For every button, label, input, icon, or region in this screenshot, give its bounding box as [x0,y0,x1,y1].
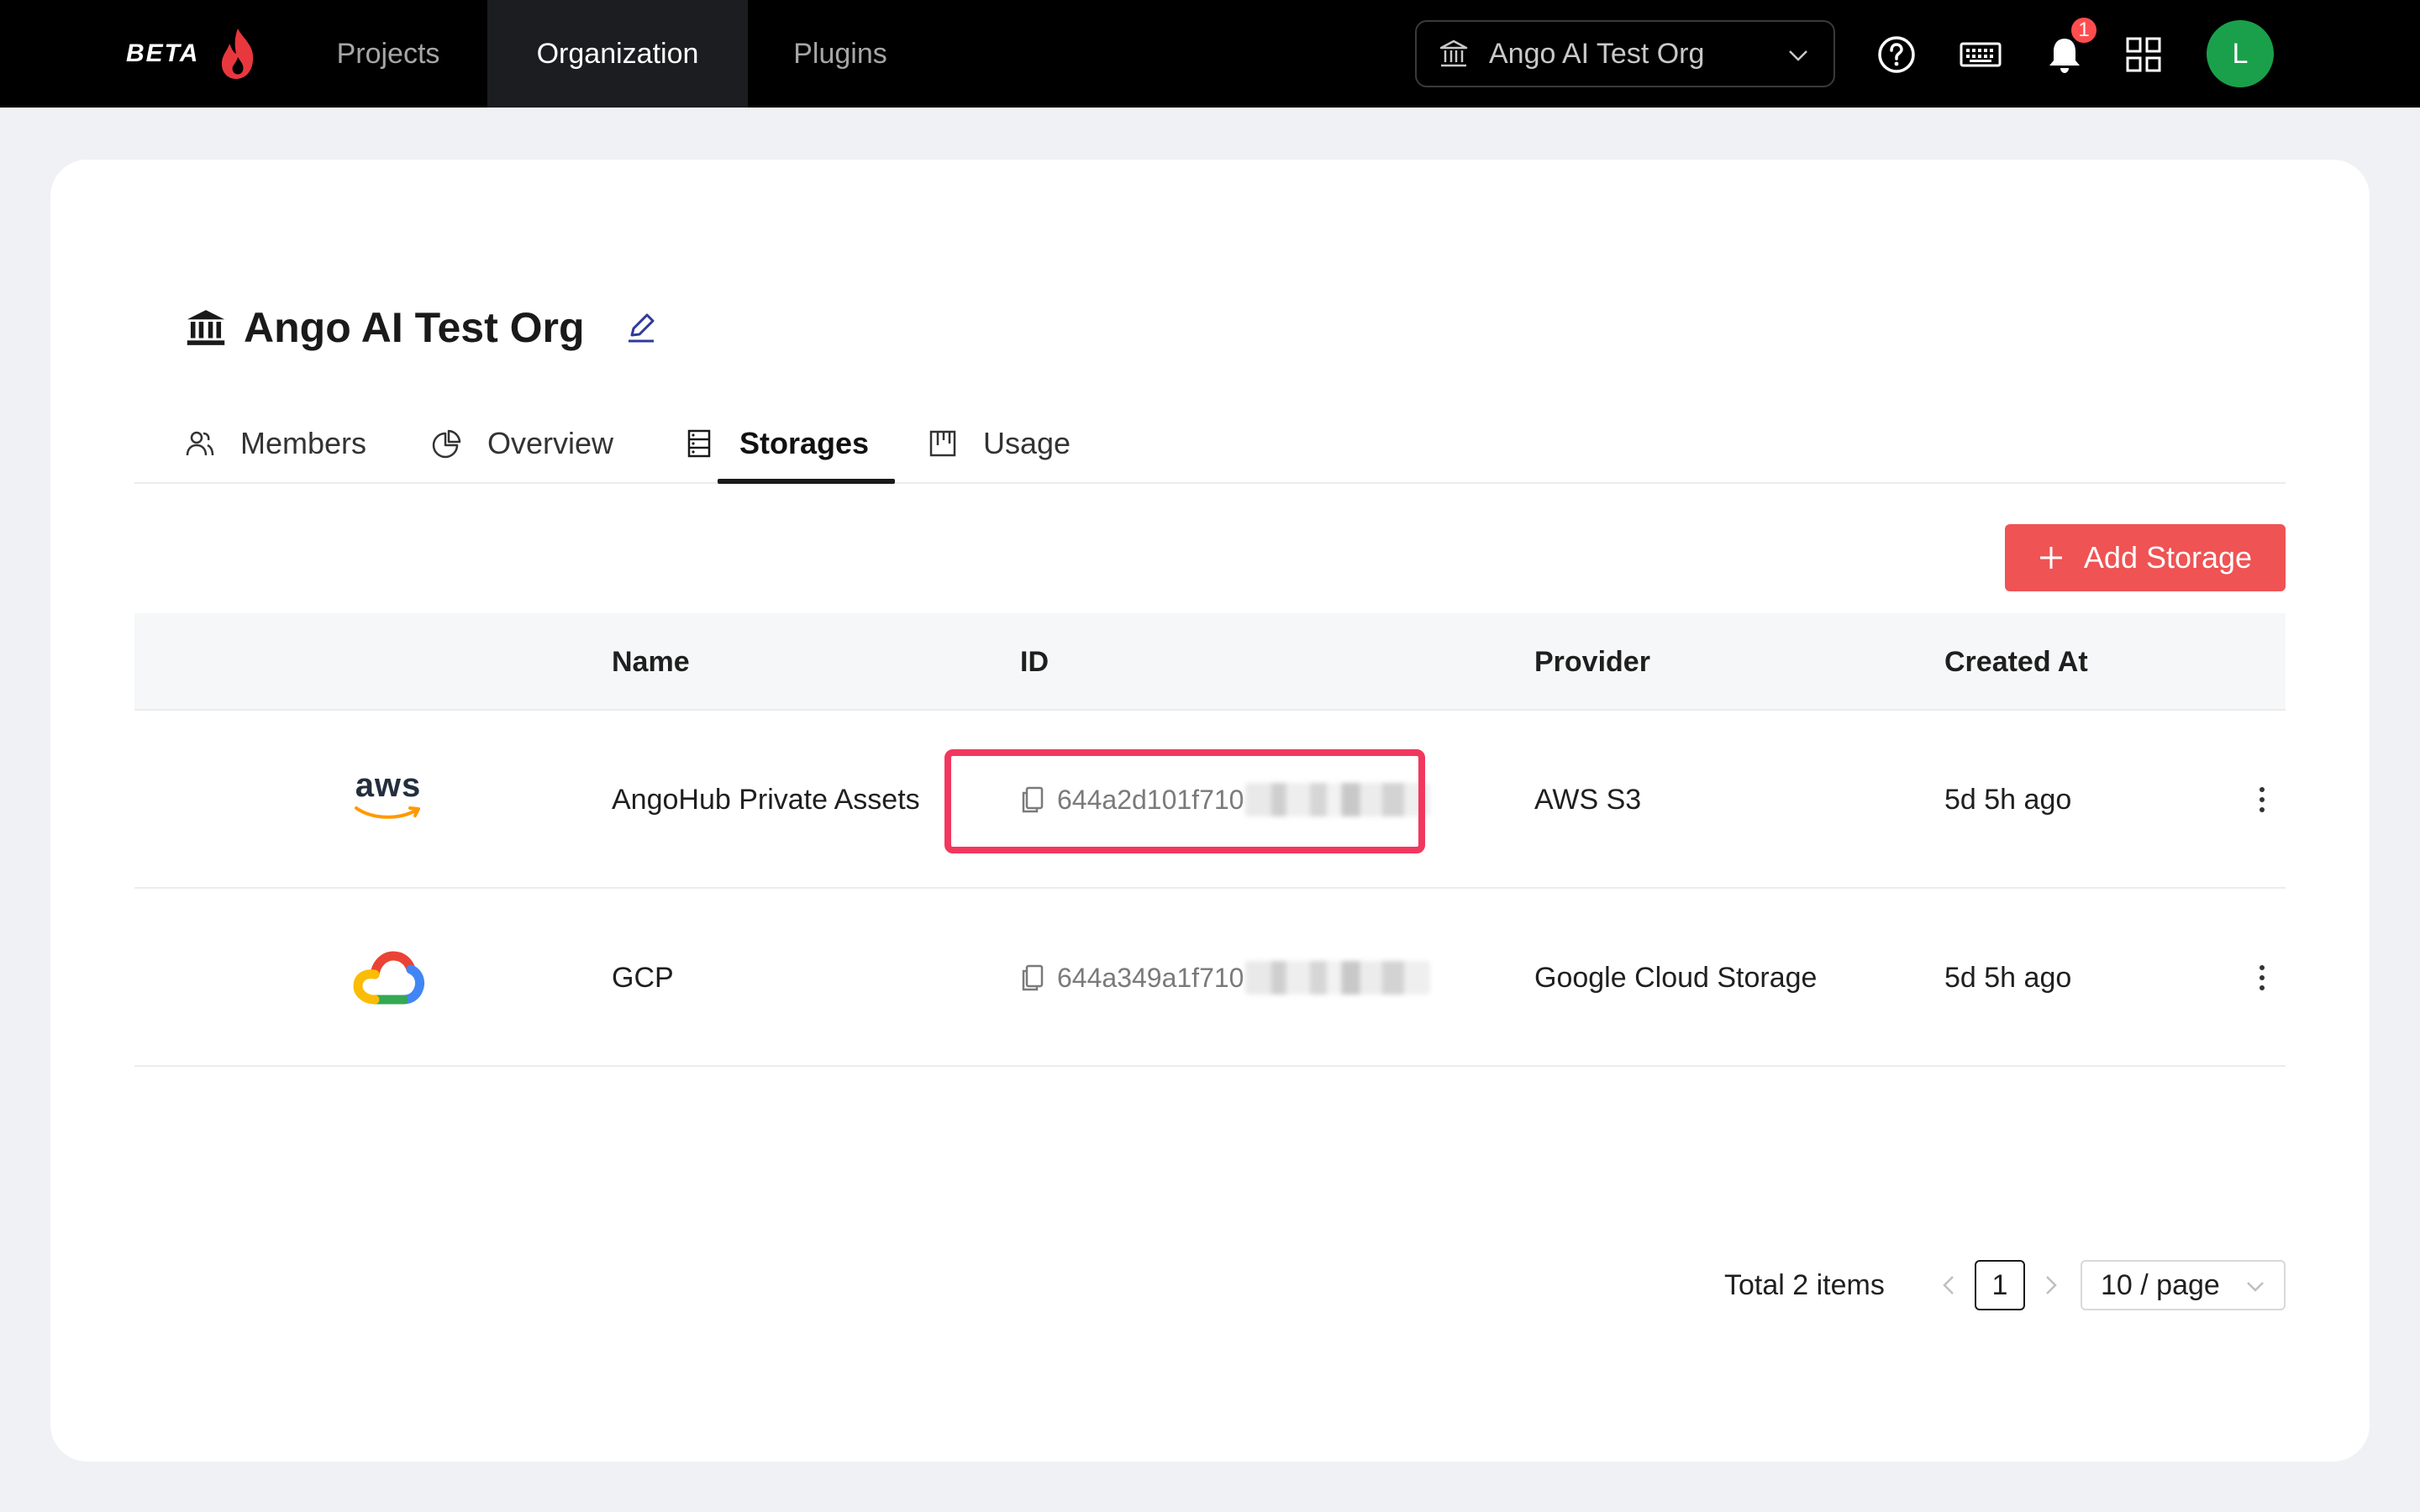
storage-created-at: 5d 5h ago [1944,783,2072,816]
tab-overview-label: Overview [487,426,614,460]
org-selector[interactable]: Ango AI Test Org [1415,20,1835,87]
bank-icon [187,310,225,345]
keyboard-icon[interactable] [1960,34,2002,76]
apps-grid-icon[interactable] [2123,34,2165,76]
tab-usage-label: Usage [983,426,1071,460]
page-size-select[interactable]: 10 / page [2081,1260,2286,1310]
storage-provider: AWS S3 [1534,783,1642,816]
table-header: Name ID Provider Created At [134,613,2286,711]
storage-id: 644a349a1f710 [1057,962,1244,993]
dashboard-icon [929,430,956,457]
column-header-provider: Provider [1534,645,1650,678]
id-highlight-box [944,749,1425,853]
redacted-id-blur [1245,961,1431,995]
tab-members[interactable]: Members [185,403,366,484]
copy-icon[interactable] [1020,963,1045,992]
page-title: Ango AI Test Org [185,294,659,361]
gcp-logo [353,951,425,1005]
tab-storages[interactable]: Storages [684,403,869,484]
storage-name: AngoHub Private Assets [612,783,920,816]
column-header-id: ID [1020,645,1049,678]
user-avatar[interactable]: L [2207,20,2274,87]
tab-storages-label: Storages [739,426,870,460]
pagination-total: Total 2 items [1724,1268,1885,1301]
active-tab-indicator [718,479,895,484]
column-header-name: Name [612,645,690,678]
brand-label: BETA [126,39,200,67]
table-row[interactable]: GCP 644a349a1f710 Google Cloud Storage 5… [134,889,2286,1067]
plus-icon [2039,547,2062,569]
chevron-down-icon [1789,50,1807,61]
help-icon[interactable] [1876,34,1918,76]
storage-created-at: 5d 5h ago [1944,961,2072,994]
nav-tab-plugins[interactable]: Plugins [766,0,914,108]
pie-chart-icon [432,429,461,459]
database-icon [687,429,711,458]
notification-badge: 1 [2069,15,2099,45]
storage-provider: Google Cloud Storage [1534,961,1818,994]
storage-id-cell: 644a349a1f710 [1020,889,1431,1067]
bank-icon [1439,39,1468,67]
top-navbar: BETA Projects Organization Plugins Ango … [0,0,2420,108]
page-title-text: Ango AI Test Org [244,304,585,351]
nav-tab-projects[interactable]: Projects [304,0,472,108]
tab-usage[interactable]: Usage [928,403,1071,484]
chevron-down-icon [2247,1282,2264,1292]
chevron-left-icon[interactable] [1938,1272,1961,1299]
tab-bar: Members Overview Storages Usage [134,403,2286,484]
storage-name: GCP [612,961,674,994]
aws-logo-text: aws [355,767,422,804]
org-selector-label: Ango AI Test Org [1489,37,1705,70]
more-vertical-icon[interactable] [2258,961,2266,995]
organization-card: Ango AI Test Org Members Overview Storag… [50,160,2370,1462]
add-storage-button[interactable]: Add Storage [2005,524,2286,591]
column-header-created-at: Created At [1944,645,2088,678]
chevron-right-icon[interactable] [2039,1272,2062,1299]
page-size-label: 10 / page [2101,1268,2220,1301]
users-icon [186,431,214,456]
tab-members-label: Members [240,426,367,460]
pagination: Total 2 items 1 10 / page [50,1260,2370,1310]
flame-icon [222,29,254,79]
more-vertical-icon[interactable] [2258,783,2266,816]
edit-icon[interactable] [623,310,659,345]
pagination-current-page[interactable]: 1 [1975,1260,2025,1310]
add-storage-label: Add Storage [2083,540,2253,575]
aws-logo: aws [351,766,425,833]
aws-smile-icon [355,806,420,819]
brand-logo[interactable]: BETA [126,25,258,82]
tab-overview[interactable]: Overview [432,403,613,484]
nav-tab-organization[interactable]: Organization [487,0,748,108]
